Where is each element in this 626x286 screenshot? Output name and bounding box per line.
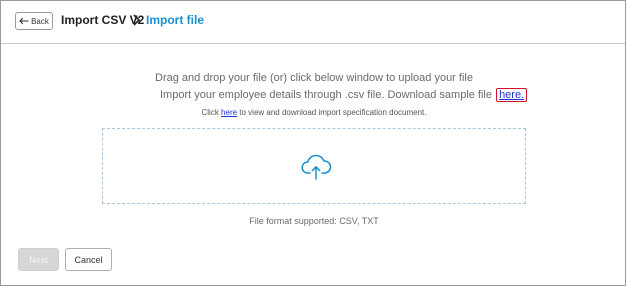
import-file-page: Back Import CSV V2 Import file Drag and … [0,0,626,286]
supported-formats: File format supported: CSV, TXT [249,216,379,226]
back-arrow-icon [19,17,29,25]
sample-file-text: Import your employee details through .cs… [160,89,496,101]
download-sample-link[interactable]: here. [499,89,524,101]
spec-instruction: Click here to view and download import s… [1,108,626,117]
page-title: Import file [146,13,205,27]
cloud-upload-icon [301,154,332,180]
chevron-right-icon [133,14,141,26]
spec-prefix: Click [201,108,222,117]
back-button[interactable]: Back [15,12,53,30]
sample-file-link-highlight: here. [496,88,528,102]
file-dropzone[interactable] [102,128,526,204]
page-header: Back Import CSV V2 Import file [1,1,625,44]
spec-document-link[interactable]: here [221,108,237,117]
cancel-button[interactable]: Cancel [65,248,112,271]
back-button-label: Back [31,16,49,26]
spec-suffix: to view and download import specificatio… [237,108,427,117]
next-button[interactable]: Next [18,248,59,271]
drag-drop-instruction: Drag and drop your file (or) click below… [155,72,473,84]
sample-file-instruction: Import your employee details through .cs… [160,88,528,102]
